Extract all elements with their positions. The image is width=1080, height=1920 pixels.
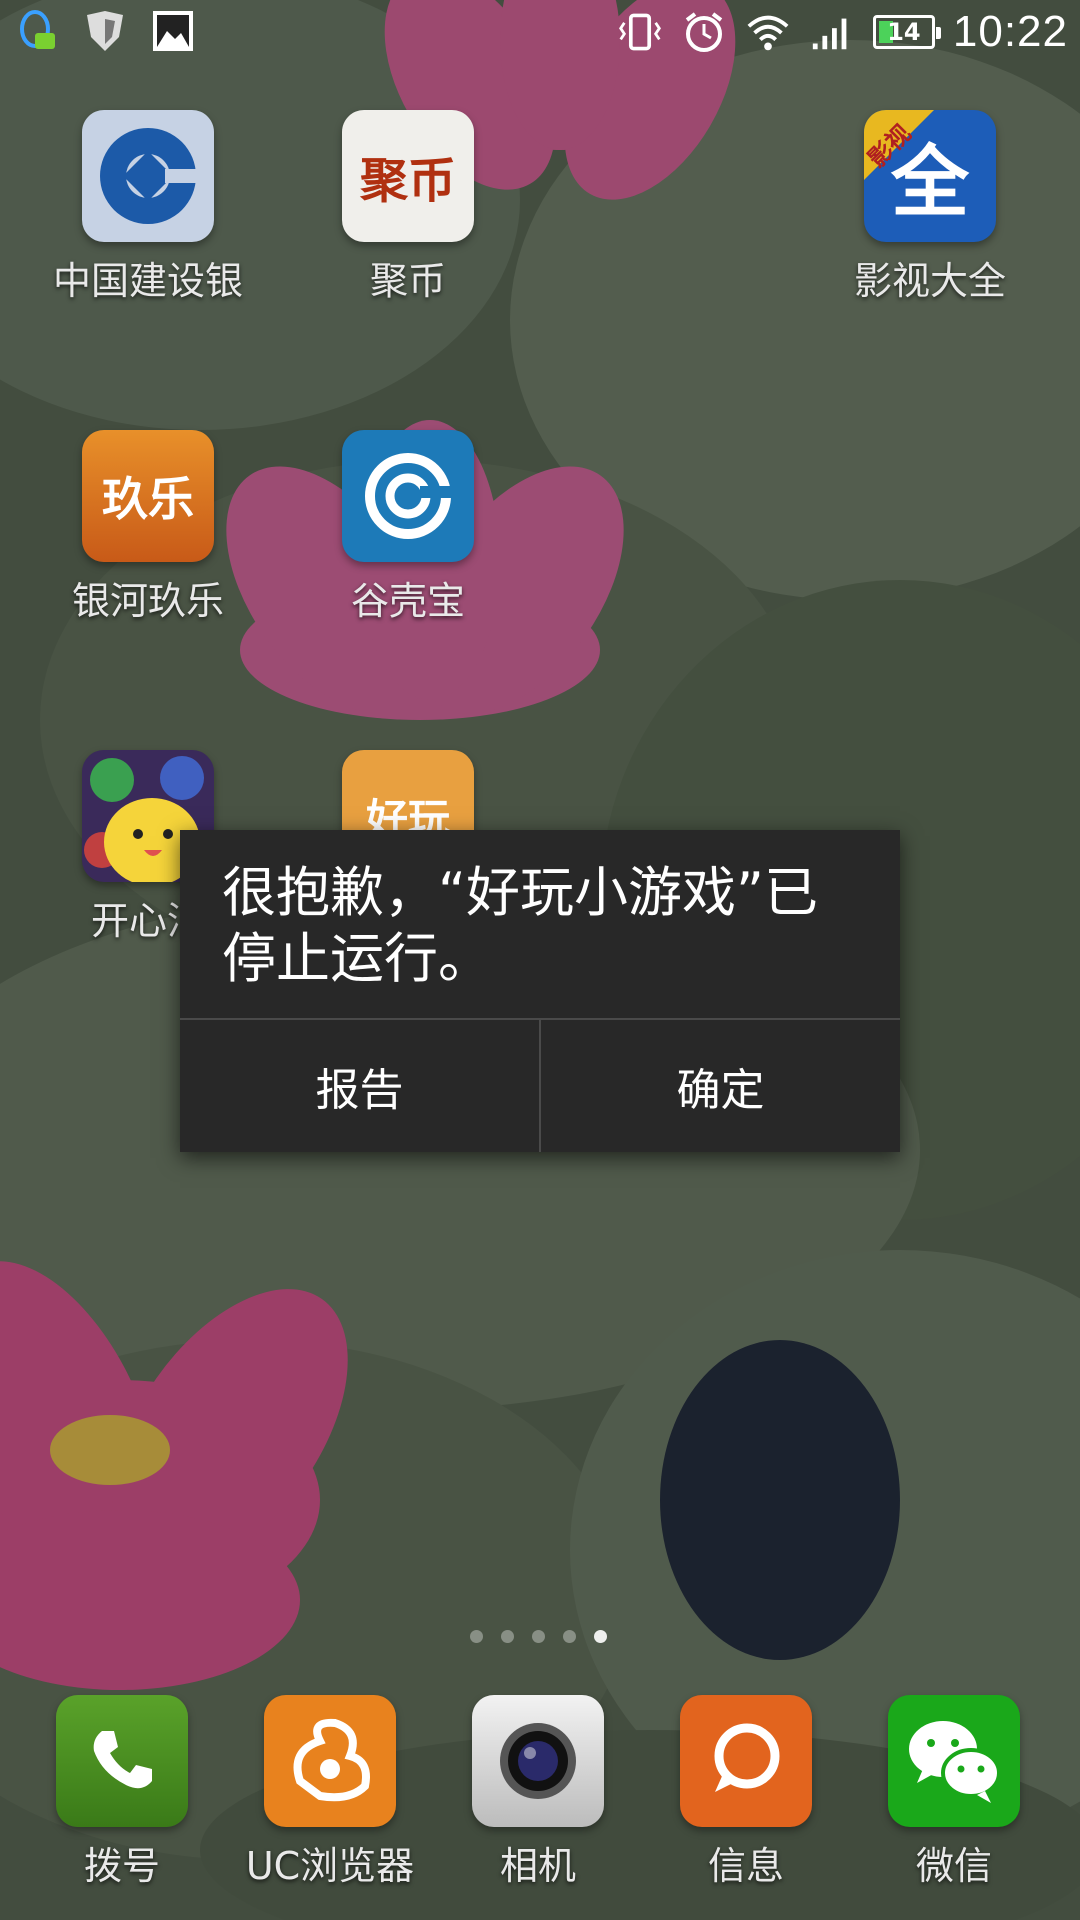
yingshi-icon: 影视 全 bbox=[864, 110, 996, 242]
page-dot[interactable] bbox=[501, 1630, 514, 1643]
ccb-bank-icon bbox=[82, 110, 214, 242]
app-label: 谷壳宝 bbox=[350, 579, 465, 623]
app-label: 影视大全 bbox=[853, 259, 1006, 303]
ok-button[interactable]: 确定 bbox=[541, 1020, 900, 1152]
app-stopped-dialog: 很抱歉，“好玩小游戏”已停止运行。 报告 确定 bbox=[180, 830, 900, 1152]
qq-notification-icon bbox=[14, 8, 60, 54]
page-dot-active[interactable] bbox=[594, 1630, 607, 1643]
app-yinhe-jiule[interactable]: 玖乐 银河玖乐 bbox=[33, 430, 263, 625]
app-gukebao[interactable]: 谷壳宝 bbox=[293, 430, 523, 625]
app-label: UC浏览器 bbox=[245, 1844, 415, 1888]
battery-indicator: 14 bbox=[872, 15, 941, 49]
app-label: 中国建设银 bbox=[52, 259, 243, 303]
status-bar: 14 10:22 bbox=[0, 0, 1080, 64]
messages-icon bbox=[680, 1695, 812, 1827]
dock-app-wechat[interactable]: 微信 bbox=[839, 1695, 1069, 1890]
app-jubi[interactable]: 聚币 聚币 bbox=[293, 110, 523, 305]
jiule-icon: 玖乐 bbox=[82, 430, 214, 562]
app-label: 信息 bbox=[707, 1844, 784, 1888]
app-yingshi[interactable]: 影视 全 影视大全 bbox=[815, 110, 1045, 305]
page-indicator bbox=[470, 1630, 607, 1643]
report-button[interactable]: 报告 bbox=[180, 1020, 539, 1152]
app-label: 相机 bbox=[499, 1844, 576, 1888]
wechat-icon bbox=[888, 1695, 1020, 1827]
dock-app-messages[interactable]: 信息 bbox=[631, 1695, 861, 1890]
alarm-icon bbox=[681, 9, 727, 55]
status-clock: 10:22 bbox=[952, 7, 1068, 56]
camera-icon bbox=[472, 1695, 604, 1827]
dock-app-camera[interactable]: 相机 bbox=[423, 1695, 653, 1890]
security-shield-icon bbox=[82, 8, 128, 54]
app-ccb[interactable]: 中国建设银 bbox=[33, 110, 263, 305]
page-dot[interactable] bbox=[532, 1630, 545, 1643]
phone-icon bbox=[56, 1695, 188, 1827]
jubi-icon: 聚币 bbox=[342, 110, 474, 242]
app-label: 聚币 bbox=[369, 259, 446, 303]
page-dot[interactable] bbox=[563, 1630, 576, 1643]
signal-icon bbox=[809, 9, 855, 55]
gukebao-icon bbox=[342, 430, 474, 562]
dialog-message: 很抱歉，“好玩小游戏”已停止运行。 bbox=[222, 861, 818, 990]
wifi-icon bbox=[745, 9, 791, 55]
page-dot[interactable] bbox=[470, 1630, 483, 1643]
uc-browser-icon bbox=[264, 1695, 396, 1827]
dock-app-dialer[interactable]: 拨号 bbox=[7, 1695, 237, 1890]
app-label: 微信 bbox=[915, 1844, 992, 1888]
app-label: 银河玖乐 bbox=[71, 579, 224, 623]
gallery-icon bbox=[150, 8, 196, 54]
vibrate-icon bbox=[617, 9, 663, 55]
dock-app-uc-browser[interactable]: UC浏览器 bbox=[215, 1695, 445, 1890]
app-label: 拨号 bbox=[83, 1844, 160, 1888]
